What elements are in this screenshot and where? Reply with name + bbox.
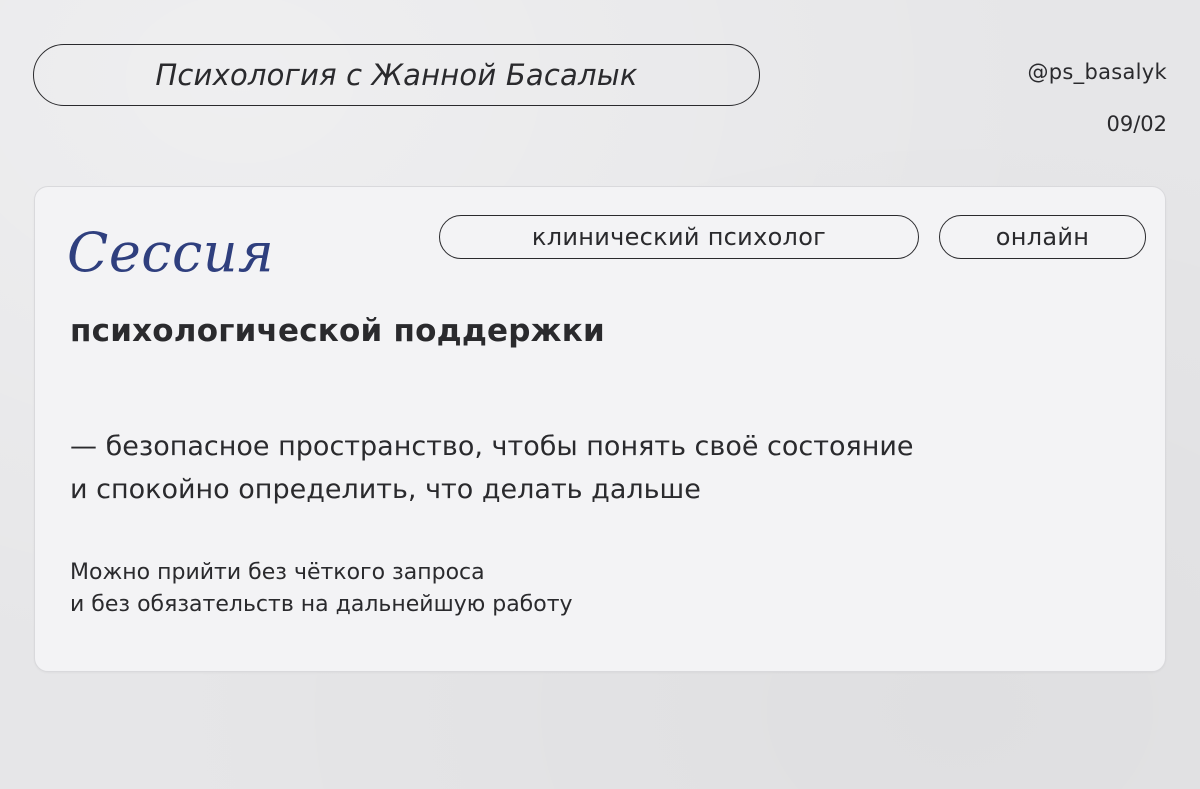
tag-mode-label: онлайн	[995, 223, 1090, 251]
tag-role: клинический психолог	[439, 215, 919, 259]
header-title-pill: Психология с Жанной Басалык	[33, 44, 760, 106]
lead-text: — безопасное пространство, чтобы понять …	[70, 425, 1150, 511]
header-title: Психология с Жанной Басалык	[155, 58, 638, 92]
tag-mode: онлайн	[939, 215, 1146, 259]
script-title: Сессия	[67, 221, 275, 284]
lead-line-2: и спокойно определить, что делать дальше	[70, 474, 701, 505]
lead-line-1: — безопасное пространство, чтобы понять …	[70, 431, 914, 462]
tag-role-label: клинический психолог	[531, 223, 827, 251]
note-line-2: и без обязательств на дальнейшую работу	[70, 592, 573, 617]
note-text: Можно прийти без чёткого запроса и без о…	[70, 557, 1130, 621]
page-number: 09/02	[1106, 112, 1167, 136]
social-handle: @ps_basalyk	[1027, 60, 1167, 84]
content-card: клинический психолог онлайн Сессия психо…	[34, 186, 1166, 672]
subtitle: психологической поддержки	[70, 313, 605, 349]
note-line-1: Можно прийти без чёткого запроса	[70, 560, 485, 585]
